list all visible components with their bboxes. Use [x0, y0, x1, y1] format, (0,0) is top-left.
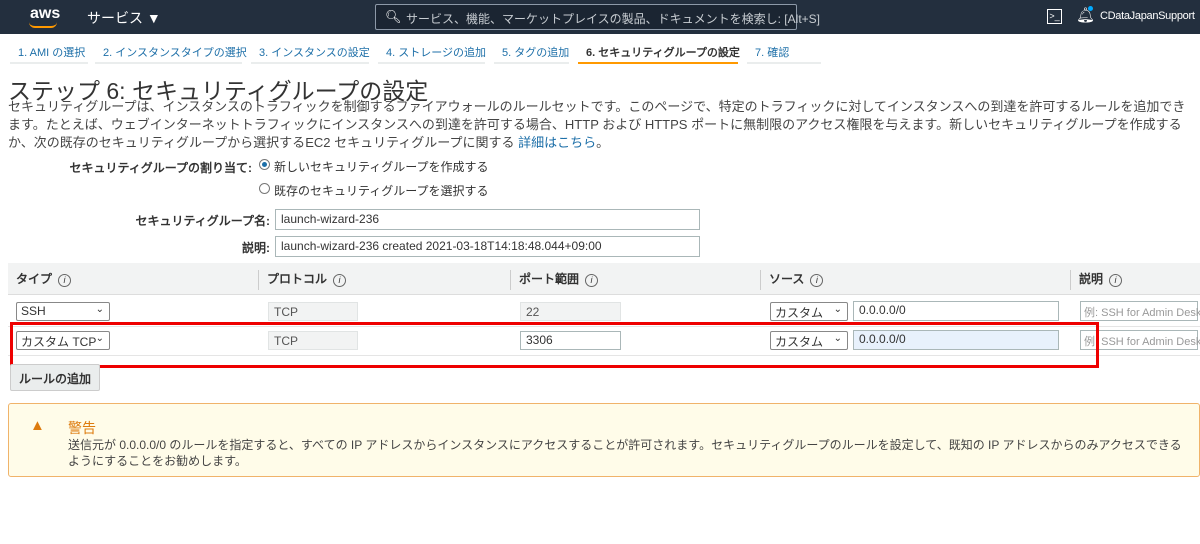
warning-title: 警告	[68, 420, 96, 436]
header-protocol: プロトコル i	[267, 270, 347, 287]
tab-step-5[interactable]: 5. タグの追加	[494, 40, 569, 64]
rule-description-input[interactable]: 例: SSH for Admin Desktop	[1080, 301, 1200, 321]
header-port-range: ポート範囲 i	[519, 270, 599, 287]
services-menu[interactable]: サービス ▼	[87, 8, 161, 28]
info-icon[interactable]: i	[810, 274, 824, 287]
aws-logo[interactable]: aws	[30, 5, 60, 23]
search-icon: 🔍︎	[385, 9, 402, 24]
group-desc-label: 説明:	[242, 241, 270, 255]
warning-text: 送信元が 0.0.0.0/0 のルールを指定すると、すべての IP アドレスから…	[68, 438, 1182, 468]
column-divider	[760, 270, 761, 290]
radio-new-group[interactable]	[259, 159, 270, 170]
radio-existing-group[interactable]	[259, 183, 270, 194]
source-type-select[interactable]: カスタム ⌄	[770, 302, 848, 321]
header-source: ソース i	[769, 270, 824, 287]
desc3-end: 。	[596, 135, 610, 150]
cloudshell-icon[interactable]: >_	[1047, 9, 1062, 24]
add-rule-button[interactable]: ルールの追加	[10, 364, 100, 391]
info-icon[interactable]: i	[333, 274, 347, 287]
group-name-label: セキュリティグループ名:	[135, 214, 270, 228]
column-divider	[510, 270, 511, 290]
search-input[interactable]: 🔍︎ サービス、機能、マーケットプレイスの製品、ドキュメントを検索し: [Alt+…	[375, 4, 820, 30]
header-description: 説明 i	[1079, 270, 1123, 287]
header-type: タイプ i	[16, 270, 72, 287]
source-input[interactable]: 0.0.0.0/0	[853, 301, 1059, 321]
highlight-box	[10, 322, 1099, 368]
port-range-field: 22	[520, 302, 621, 321]
page-description: セキュリティグループは、インスタンスのトラフィックを制御するファイアウォールのル…	[8, 98, 1194, 152]
search-placeholder: サービス、機能、マーケットプレイスの製品、ドキュメントを検索し: [Alt+S]	[406, 12, 820, 26]
tab-step-4[interactable]: 4. ストレージの追加	[378, 40, 486, 64]
chevron-down-icon: ⌄	[833, 304, 842, 315]
info-icon[interactable]: i	[585, 274, 599, 287]
tab-step-6[interactable]: 6. セキュリティグループの設定	[578, 40, 740, 64]
desc3-text: EC2 セキュリティグループに関する	[305, 135, 519, 150]
radio-new-label[interactable]: 新しいセキュリティグループを作成する	[274, 158, 489, 175]
type-select[interactable]: SSH ⌄	[16, 302, 110, 321]
notification-dot	[1088, 6, 1093, 11]
info-icon[interactable]: i	[58, 274, 72, 287]
info-icon[interactable]: i	[1109, 274, 1123, 287]
aws-logo-smile	[29, 22, 57, 28]
rules-table-header	[8, 263, 1200, 295]
warning-icon: ▲	[30, 417, 45, 434]
column-divider	[1070, 270, 1071, 290]
learn-more-link[interactable]: 詳細はこちら	[518, 135, 596, 150]
chevron-down-icon: ⌄	[95, 304, 104, 315]
tab-step-3[interactable]: 3. インスタンスの設定	[251, 40, 370, 64]
radio-existing-label[interactable]: 既存のセキュリティグループを選択する	[274, 182, 489, 199]
account-menu[interactable]: CDataJapanSupport	[1100, 10, 1195, 22]
tab-step-1[interactable]: 1. AMI の選択	[10, 40, 88, 64]
assign-label: セキュリティグループの割り当て:	[69, 161, 252, 175]
tab-step-2[interactable]: 2. インスタンスタイプの選択	[95, 40, 247, 64]
protocol-field: TCP	[268, 302, 358, 321]
column-divider	[258, 270, 259, 290]
group-desc-input[interactable]: launch-wizard-236 created 2021-03-18T14:…	[275, 236, 700, 257]
tab-step-7[interactable]: 7. 確認	[747, 40, 821, 64]
group-name-input[interactable]: launch-wizard-236	[275, 209, 700, 230]
